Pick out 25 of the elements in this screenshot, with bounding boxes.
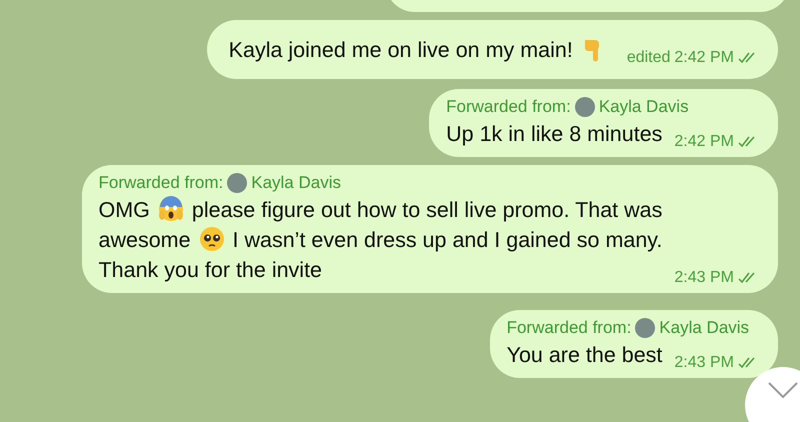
sender-name[interactable]: Kayla Davis	[251, 173, 341, 193]
message-text: I wasn’t even dress up and I gained so many.	[232, 228, 662, 252]
message-time: 2:43 PM	[674, 269, 734, 287]
avatar-photo	[574, 97, 595, 117]
message-text: awesome	[98, 228, 191, 252]
message-text: OMG	[98, 198, 150, 222]
avatar-photo	[227, 173, 248, 193]
message-text: Up 1k in like 8 minutes	[446, 122, 662, 146]
message-text: You are the best	[506, 343, 662, 367]
chevron-down-icon	[767, 381, 799, 399]
sender-name[interactable]: Kayla Davis	[659, 318, 750, 338]
forwarded-label: Forwarded from:	[446, 97, 571, 117]
forwarded-label: Forwarded from:	[506, 318, 632, 338]
edited-label: edited	[626, 49, 670, 67]
pleading-face-icon	[198, 226, 225, 252]
message-time: 2:42 PM	[674, 133, 734, 151]
message-time: 2:42 PM	[674, 49, 734, 67]
message-text: Thank you for the invite	[98, 258, 322, 282]
message-text: please figure out how to sell live promo. That was	[192, 198, 662, 222]
forwarded-label: Forwarded from:	[98, 173, 224, 193]
message-time: 2:43 PM	[674, 354, 734, 372]
avatar-photo	[635, 318, 656, 338]
sender-name[interactable]: Kayla Davis	[598, 97, 689, 117]
message-text: Kayla joined me on live on my main!	[228, 38, 573, 62]
shocked-face-icon	[158, 196, 184, 222]
